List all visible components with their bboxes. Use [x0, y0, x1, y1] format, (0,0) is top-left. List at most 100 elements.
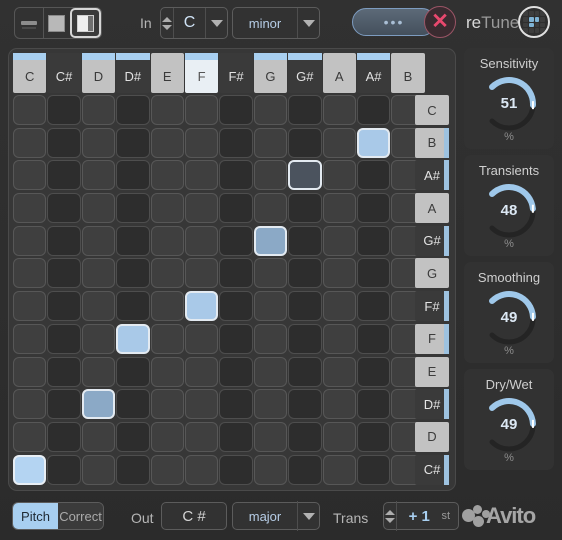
key-E[interactable]: E — [151, 53, 184, 93]
grid-cell[interactable] — [13, 95, 46, 125]
note-label-Gsharp[interactable]: G# — [415, 226, 449, 256]
grid-cell[interactable] — [185, 357, 218, 387]
grid-cell[interactable] — [357, 324, 390, 354]
note-label-Fsharp[interactable]: F# — [415, 291, 449, 321]
out-key-field[interactable]: C # — [161, 502, 227, 530]
grid-cell[interactable] — [82, 258, 115, 288]
key-D[interactable]: D — [82, 53, 115, 93]
grid-cell[interactable] — [151, 193, 184, 223]
grid-cell[interactable] — [288, 258, 321, 288]
grid-cell[interactable] — [82, 128, 115, 158]
grid-cell[interactable] — [13, 128, 46, 158]
grid-cell[interactable] — [151, 357, 184, 387]
grid-cell[interactable] — [47, 193, 80, 223]
grid-cell[interactable] — [357, 95, 390, 125]
note-label-C[interactable]: C — [415, 95, 449, 125]
grid-cell[interactable] — [116, 128, 149, 158]
grid-cell[interactable] — [254, 258, 287, 288]
grid-cell[interactable] — [357, 291, 390, 321]
grid-cell[interactable] — [47, 422, 80, 452]
grid-cell[interactable] — [185, 160, 218, 190]
note-grid[interactable] — [13, 95, 453, 488]
note-label-column[interactable]: CBA#AG#GF#FED#DC# — [415, 95, 453, 488]
grid-cell[interactable] — [116, 258, 149, 288]
grid-cell[interactable] — [47, 324, 80, 354]
grid-cell[interactable] — [116, 226, 149, 256]
transpose-spinner[interactable] — [384, 501, 397, 531]
keyboard-header[interactable]: CC#DD#EFF#GG#AA#B — [13, 53, 453, 93]
grid-cell[interactable] — [13, 422, 46, 452]
grid-cell[interactable] — [357, 193, 390, 223]
grid-cell[interactable] — [151, 389, 184, 419]
grid-cell[interactable] — [219, 324, 252, 354]
key-Dsharp[interactable]: D# — [116, 53, 149, 93]
grid-cell[interactable] — [254, 193, 287, 223]
grid-cell[interactable] — [82, 160, 115, 190]
grid-cell[interactable] — [116, 324, 149, 354]
chevron-down-icon[interactable] — [297, 8, 319, 38]
grid-cell[interactable] — [116, 193, 149, 223]
grid-cell[interactable] — [116, 455, 149, 485]
grid-cell[interactable] — [219, 422, 252, 452]
grid-cell[interactable] — [357, 160, 390, 190]
grid-cell[interactable] — [151, 258, 184, 288]
grid-cell[interactable] — [47, 455, 80, 485]
note-label-B[interactable]: B — [415, 128, 449, 158]
toggle-correct-label[interactable]: Correct — [58, 503, 103, 529]
grid-cell[interactable] — [357, 389, 390, 419]
key-F[interactable]: F — [185, 53, 218, 93]
grid-cell[interactable] — [219, 193, 252, 223]
grid-cell[interactable] — [82, 324, 115, 354]
view-list-icon[interactable] — [15, 8, 43, 38]
transpose-value[interactable]: + 1 — [397, 508, 441, 525]
grid-cell[interactable] — [185, 422, 218, 452]
grid-cell[interactable] — [219, 226, 252, 256]
grid-cell[interactable] — [288, 357, 321, 387]
grid-cell[interactable] — [13, 193, 46, 223]
grid-cell[interactable] — [357, 258, 390, 288]
grid-cell[interactable] — [185, 258, 218, 288]
key-Asharp[interactable]: A# — [357, 53, 390, 93]
grid-cell[interactable] — [288, 160, 321, 190]
grid-cell[interactable] — [288, 291, 321, 321]
grid-cell[interactable] — [13, 357, 46, 387]
grid-cell[interactable] — [323, 160, 356, 190]
grid-cell[interactable] — [185, 389, 218, 419]
grid-cell[interactable] — [13, 389, 46, 419]
grid-cell[interactable] — [219, 258, 252, 288]
out-scale-value[interactable]: major — [233, 509, 297, 524]
grid-cell[interactable] — [185, 291, 218, 321]
in-scale-select[interactable]: minor — [232, 7, 320, 39]
grid-cell[interactable] — [254, 357, 287, 387]
grid-cell[interactable] — [47, 389, 80, 419]
grid-cell[interactable] — [254, 324, 287, 354]
grid-cell[interactable] — [47, 291, 80, 321]
grid-cell[interactable] — [254, 422, 287, 452]
grid-cell[interactable] — [357, 455, 390, 485]
grid-cell[interactable] — [151, 160, 184, 190]
key-A[interactable]: A — [323, 53, 356, 93]
grid-cell[interactable] — [219, 389, 252, 419]
grid-cell[interactable] — [13, 324, 46, 354]
note-label-Csharp[interactable]: C# — [415, 455, 449, 485]
grid-cell[interactable] — [13, 160, 46, 190]
knob-dial[interactable]: 49 — [478, 287, 540, 349]
grid-cell[interactable] — [47, 95, 80, 125]
in-key-value[interactable]: C — [174, 14, 205, 32]
transpose-stepper[interactable]: + 1 st — [383, 502, 459, 530]
grid-cell[interactable] — [185, 95, 218, 125]
grid-cell[interactable] — [357, 226, 390, 256]
grid-cell[interactable] — [13, 455, 46, 485]
grid-cell[interactable] — [288, 422, 321, 452]
out-scale-select[interactable]: major — [232, 502, 320, 530]
grid-cell[interactable] — [116, 95, 149, 125]
grid-cell[interactable] — [116, 160, 149, 190]
grid-cell[interactable] — [13, 226, 46, 256]
in-key-dropdown-icon[interactable] — [205, 8, 227, 38]
grid-cell[interactable] — [323, 291, 356, 321]
grid-cell[interactable] — [82, 357, 115, 387]
grid-cell[interactable] — [47, 258, 80, 288]
key-Fsharp[interactable]: F# — [219, 53, 252, 93]
grid-cell[interactable] — [151, 324, 184, 354]
grid-cell[interactable] — [82, 95, 115, 125]
